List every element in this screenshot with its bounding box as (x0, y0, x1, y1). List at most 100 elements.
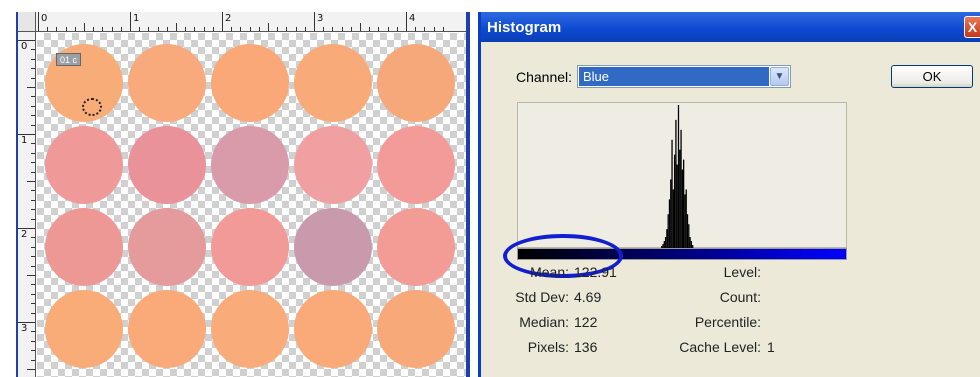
ruler-tick (148, 27, 150, 31)
histogram-dialog: Histogram X Channel: Blue ▼ OK Mean: 122… (478, 12, 980, 377)
ruler-tick (27, 275, 35, 276)
ruler-tick (31, 256, 35, 258)
well-circle (128, 44, 206, 122)
well-circle (294, 44, 372, 122)
well-circle (294, 290, 372, 368)
ruler-tick (38, 12, 39, 31)
histogram-bar (677, 105, 680, 249)
ruler-tick (166, 27, 168, 31)
elliptical-marquee-selection-icon[interactable] (82, 98, 102, 116)
ruler-tick (176, 23, 177, 31)
histogram-bar (685, 189, 687, 249)
stddev-value: 4.69 (574, 289, 602, 305)
ruler-tick (31, 359, 35, 361)
ruler-tick (31, 152, 35, 154)
vertical-ruler[interactable]: 0 1 2 3 (18, 32, 36, 377)
channel-select[interactable]: Blue ▼ (577, 65, 791, 88)
histogram-bar (681, 169, 683, 249)
chevron-down-icon[interactable]: ▼ (770, 67, 789, 86)
mean-label: Mean: (530, 264, 569, 280)
ruler-tick (31, 143, 35, 145)
ruler-tick (31, 218, 35, 220)
histogram-bar (688, 224, 690, 249)
histogram-bar (683, 159, 685, 249)
ruler-number: 2 (225, 13, 232, 24)
ruler-tick (31, 331, 35, 333)
well-circle (211, 208, 289, 286)
ruler-number: 0 (41, 13, 48, 24)
well-circle (211, 126, 289, 204)
close-icon: X (967, 19, 978, 35)
ruler-tick (47, 27, 49, 31)
ruler-tick (120, 27, 122, 31)
well-circle (294, 208, 372, 286)
ruler-tick (203, 27, 205, 31)
ruler-number: 1 (21, 135, 28, 146)
canvas-window[interactable]: 0 1 2 3 4 0 1 2 3 01 c (16, 12, 470, 377)
ruler-tick (27, 87, 35, 88)
count-label: Count: (719, 289, 761, 305)
ruler-tick (258, 27, 260, 31)
ruler-tick (31, 162, 35, 164)
ruler-tick (93, 27, 95, 31)
well-circle (377, 208, 455, 286)
cache-level-label: Cache Level: (679, 339, 761, 355)
channel-selected-value: Blue (579, 67, 769, 86)
close-button[interactable]: X (964, 16, 980, 38)
ruler-tick (31, 77, 35, 79)
ruler-corner[interactable] (18, 12, 36, 32)
ruler-tick (240, 27, 242, 31)
well-circle (128, 126, 206, 204)
histogram-bar (670, 179, 672, 249)
median-label: Median: (519, 314, 569, 330)
ok-button[interactable]: OK (891, 65, 973, 88)
channel-label: Channel: (516, 69, 573, 85)
median-value: 122 (574, 314, 598, 330)
ruler-tick (341, 27, 343, 31)
ruler-tick (130, 12, 131, 31)
histogram-bar (679, 149, 681, 249)
ruler-tick (295, 27, 297, 31)
ruler-tick (360, 23, 361, 31)
percentile-label: Percentile: (694, 314, 761, 330)
ruler-tick (31, 58, 35, 60)
histogram-bar (676, 164, 678, 249)
histogram-bar (666, 229, 668, 249)
level-label: Level: (723, 264, 761, 280)
ruler-tick (378, 27, 380, 31)
ruler-tick (323, 27, 325, 31)
ruler-number: 2 (21, 229, 28, 240)
ruler-tick (424, 27, 426, 31)
ruler-number: 0 (21, 41, 28, 52)
histogram-chart (517, 102, 847, 249)
ruler-tick (396, 27, 398, 31)
ruler-tick (433, 27, 435, 31)
ruler-tick (102, 27, 104, 31)
mean-value: 122.91 (574, 264, 617, 280)
ruler-tick (31, 237, 35, 239)
histogram-plot (661, 105, 694, 249)
ruler-tick (31, 105, 35, 107)
horizontal-ruler[interactable]: 0 1 2 3 4 (36, 12, 466, 32)
dialog-titlebar[interactable]: Histogram X (481, 12, 980, 42)
ruler-tick (111, 27, 113, 31)
ruler-tick (31, 199, 35, 201)
ruler-tick (27, 181, 35, 182)
histogram-bar (680, 129, 682, 249)
ruler-tick (27, 369, 35, 370)
ruler-tick (31, 312, 35, 314)
ruler-tick (31, 340, 35, 342)
ruler-tick (31, 209, 35, 211)
ruler-tick (406, 12, 407, 31)
well-circle (128, 208, 206, 286)
histogram-bar (684, 194, 686, 249)
ruler-tick (31, 124, 35, 126)
ruler-tick (194, 27, 196, 31)
well-circle (377, 290, 455, 368)
histogram-bar (668, 199, 671, 249)
ruler-tick (369, 27, 371, 31)
well-circle (45, 208, 123, 286)
ruler-tick (231, 27, 233, 31)
ruler-tick (31, 350, 35, 352)
well-circle (377, 44, 455, 122)
